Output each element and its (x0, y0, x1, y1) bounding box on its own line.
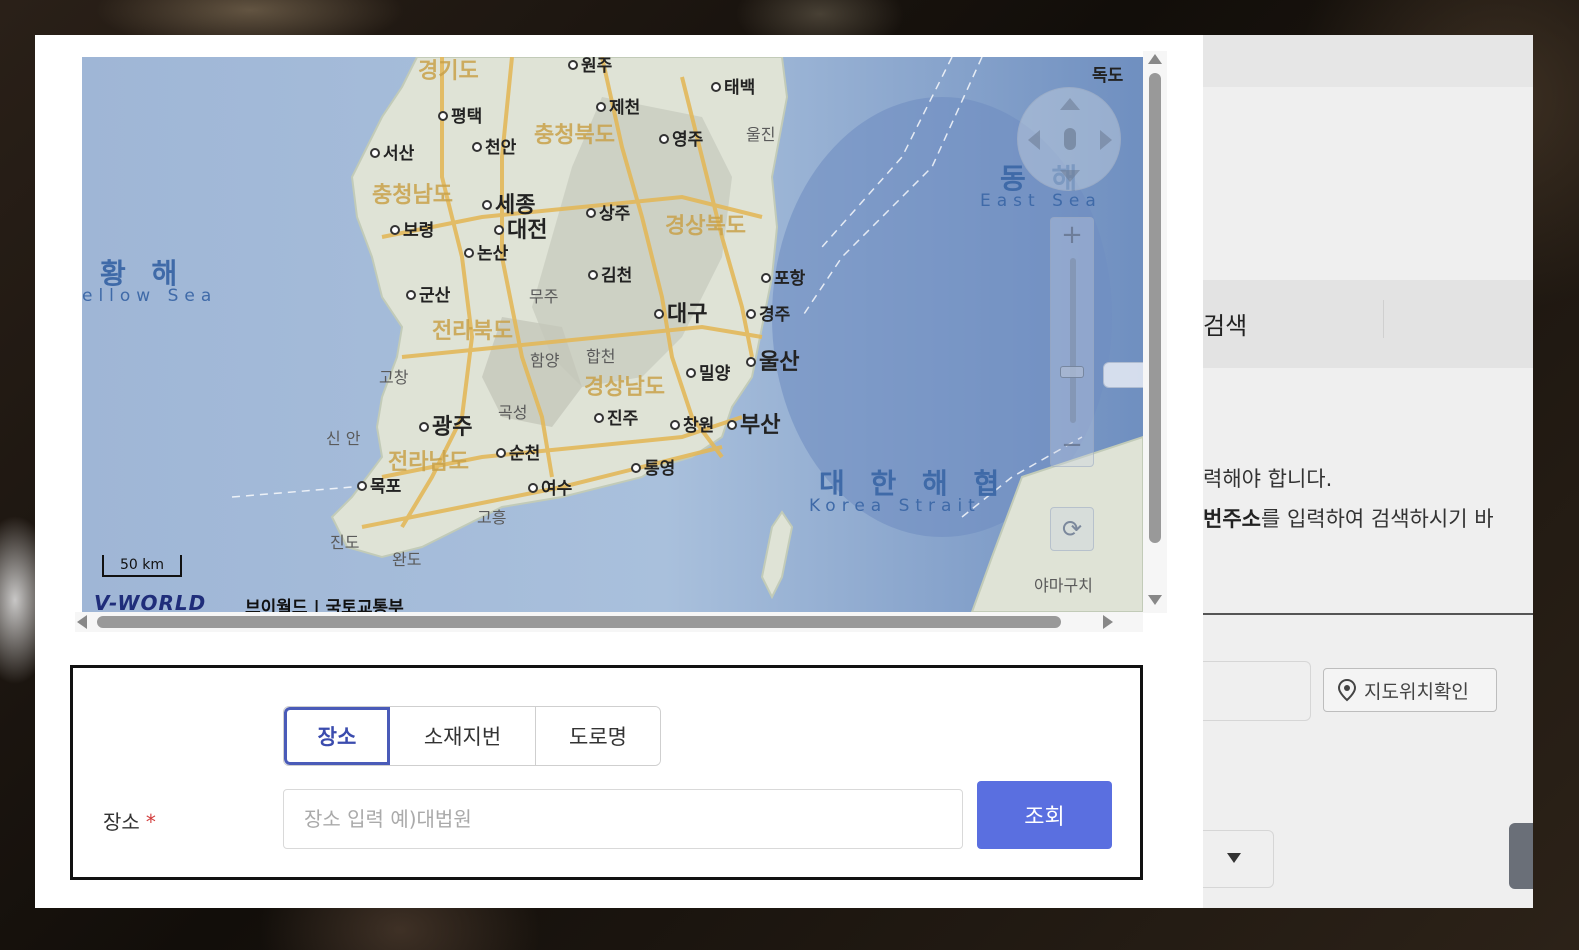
map-vertical-scrollbar[interactable] (1143, 51, 1167, 613)
map-city-seosan: 서산 (370, 139, 414, 164)
vworld-logo: V-WORLD (94, 591, 207, 612)
map-city-yeongju: 영주 (659, 125, 703, 150)
background-notice-line2: 번주소를 입력하여 검색하시기 바 (1203, 503, 1494, 533)
map-city-muju: 무주 (529, 287, 559, 306)
map-label-east-sea-en: East Sea (980, 191, 1102, 211)
map-city-uljin: 울진 (746, 125, 776, 144)
map-city-suncheon: 순천 (496, 439, 540, 464)
map-search-modal: 황 해 ellow Sea 동 해 East Sea 대 한 해 협 Korea… (35, 35, 1203, 908)
tab-road-address[interactable]: 도로명 (536, 707, 660, 765)
map-city-gokseong: 곡성 (498, 403, 528, 422)
background-notice-line1: 력해야 합니다. (1203, 467, 1333, 491)
map-city-hapcheon: 합천 (586, 347, 616, 366)
background-page: 검색 력해야 합니다. 번주소를 입력하여 검색하시기 바 지도위치확인 (1203, 35, 1533, 908)
map-city-nonsan: 논산 (464, 239, 508, 264)
zoom-slider-handle[interactable] (1060, 366, 1084, 378)
map-city-gochang: 고창 (379, 368, 409, 387)
map-zoom-control[interactable]: + − (1050, 217, 1094, 467)
background-search-heading: 검색 (1203, 312, 1248, 340)
place-search-input[interactable] (283, 789, 963, 849)
map-city-taebaek: 태백 (711, 73, 755, 98)
scroll-up-icon[interactable] (1148, 54, 1162, 64)
map-city-tongyeong: 통영 (631, 454, 675, 479)
map-city-ulsan: 울산 (746, 344, 799, 376)
background-divider-line (1203, 613, 1533, 615)
map-location-check-button[interactable]: 지도위치확인 (1323, 668, 1497, 712)
background-topbar (1203, 35, 1533, 87)
background-select[interactable] (1203, 830, 1274, 888)
map-city-changwon: 창원 (670, 411, 714, 436)
map-city-gunsan: 군산 (406, 281, 450, 306)
map-city-jindo: 진도 (330, 533, 360, 552)
map-scale-bar: 50 km (102, 555, 182, 577)
background-notice-bold: 번주소 (1203, 507, 1261, 531)
background-notice-rest: 를 입력하여 검색하시기 바 (1260, 507, 1494, 531)
map-city-dokdo: 독도 (1092, 66, 1124, 86)
background-divider (1383, 300, 1384, 338)
map-city-jinju: 진주 (594, 404, 638, 429)
map-city-yamaguchi: 야마구치 (1034, 576, 1093, 595)
scroll-right-icon[interactable] (1103, 615, 1113, 629)
map-horizontal-scrollbar[interactable] (75, 612, 1143, 632)
place-search-form: 장소 소재지번 도로명 장소* 조회 (70, 665, 1143, 880)
tab-place[interactable]: 장소 (284, 707, 390, 765)
map-city-wando: 완도 (392, 550, 422, 569)
map-label-yellow-sea-en: ellow Sea (82, 286, 218, 306)
scroll-down-icon[interactable] (1148, 595, 1162, 605)
map-label-jeonbuk: 전라북도 (432, 319, 513, 344)
map-location-check-label: 지도위치확인 (1364, 680, 1469, 703)
map-refresh-icon[interactable]: ⟳ (1050, 507, 1094, 551)
map-city-wonju: 원주 (568, 57, 612, 76)
map-city-busan: 부산 (727, 407, 780, 439)
map-pan-control[interactable] (1017, 87, 1121, 191)
map-attribution: 브이월드 | 국토교통부 (245, 598, 404, 612)
zoom-in-icon[interactable]: + (1051, 220, 1093, 250)
map-label-gyeonggi: 경기도 (418, 59, 479, 84)
map-city-sangju: 상주 (586, 199, 630, 224)
tab-lot-address[interactable]: 소재지번 (390, 707, 536, 765)
map-city-yeosu: 여수 (528, 474, 572, 499)
map-city-mokpo: 목포 (357, 472, 401, 497)
map-city-goheung: 고흥 (477, 508, 507, 527)
map-city-hamyang: 함양 (530, 351, 560, 370)
map-label-gyeongnam: 경상남도 (584, 375, 665, 400)
vertical-scroll-thumb[interactable] (1149, 73, 1161, 543)
map-label-chungbuk: 충청북도 (534, 123, 615, 148)
map-city-daegu: 대구 (654, 296, 707, 328)
map-city-gimcheon: 김천 (588, 261, 632, 286)
caret-down-icon (1227, 853, 1241, 863)
place-field-label: 장소 * (103, 806, 156, 835)
map-city-sinan: 신 안 (326, 429, 361, 448)
map-city-boryeong: 보령 (390, 216, 434, 241)
map-pin-icon (1337, 678, 1357, 702)
map-city-pyeongtaek: 평택 (438, 102, 482, 127)
map-city-jecheon: 제천 (596, 93, 640, 118)
search-type-tabs: 장소 소재지번 도로명 (283, 706, 661, 766)
map-city-miryang: 밀양 (686, 359, 730, 384)
map-city-pohang: 포항 (761, 264, 805, 289)
horizontal-scroll-thumb[interactable] (97, 616, 1061, 628)
required-mark: * (145, 810, 156, 834)
map-view[interactable]: 황 해 ellow Sea 동 해 East Sea 대 한 해 협 Korea… (82, 57, 1143, 612)
place-label-text: 장소 (103, 810, 140, 834)
map-label-korea-strait-en: Korea Strait (809, 496, 981, 516)
search-submit-button[interactable]: 조회 (977, 781, 1112, 849)
map-layer-toggle[interactable] (1103, 362, 1143, 388)
map-label-gyeongbuk: 경상북도 (665, 214, 746, 239)
map-city-cheonan: 천안 (472, 133, 516, 158)
zoom-track[interactable] (1070, 258, 1076, 423)
background-address-input[interactable] (1203, 661, 1311, 721)
map-city-gyeongju: 경주 (746, 300, 790, 325)
background-action-button[interactable] (1509, 823, 1533, 889)
map-city-gwangju: 광주 (419, 409, 472, 441)
zoom-out-icon[interactable]: − (1051, 430, 1093, 460)
background-search-row: 검색 (1203, 280, 1533, 368)
scroll-left-icon[interactable] (77, 615, 87, 629)
pan-arrows-icon (1028, 98, 1112, 182)
map-label-chungnam: 충청남도 (372, 183, 453, 208)
